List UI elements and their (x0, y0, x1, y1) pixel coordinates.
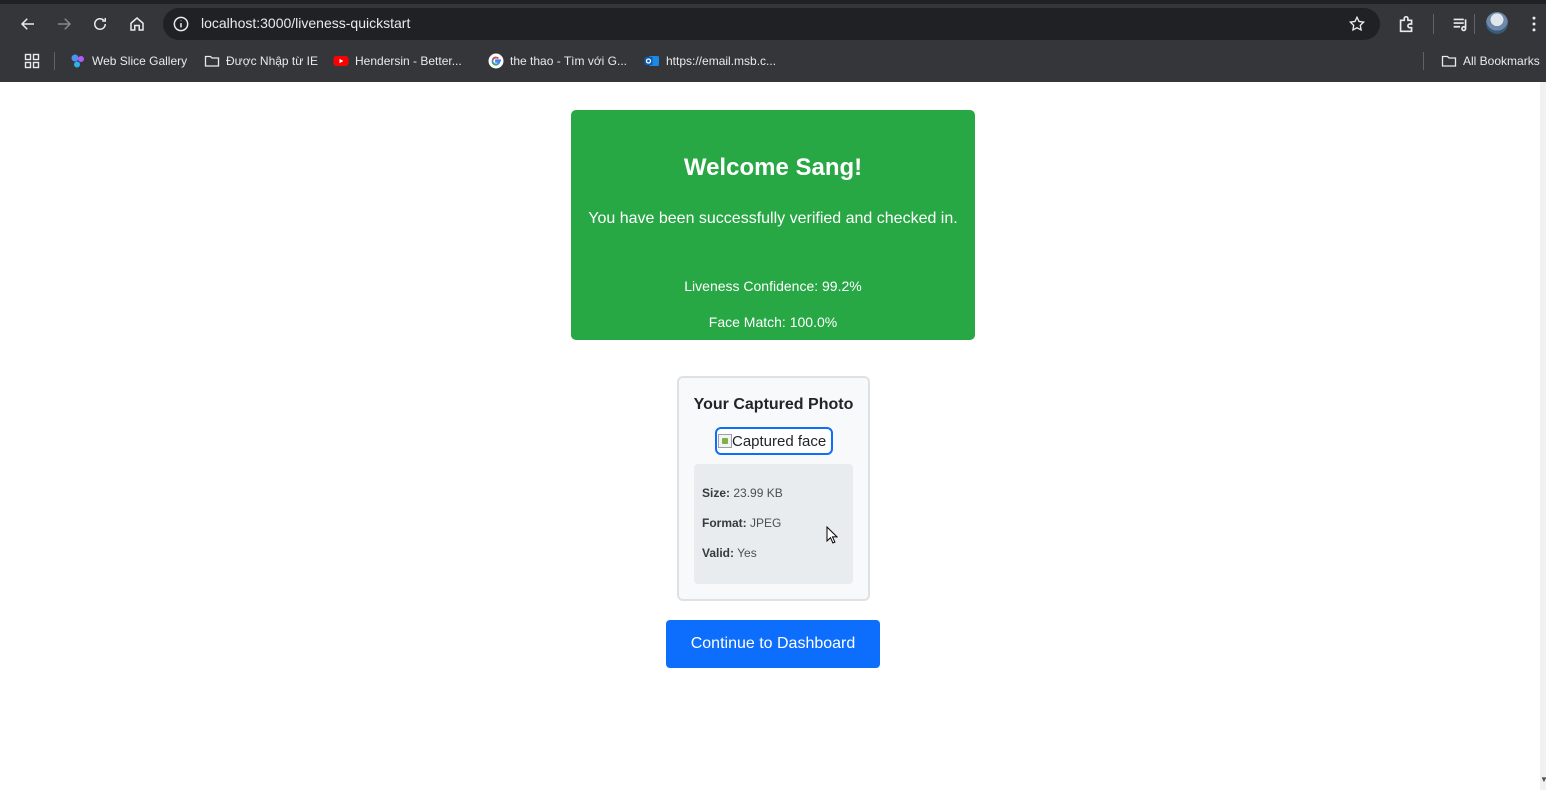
reload-button[interactable] (86, 10, 114, 38)
page-scrollbar[interactable] (1540, 82, 1546, 790)
bookmark-label: https://email.msb.c... (666, 54, 777, 68)
bookmark-label: Web Slice Gallery (92, 54, 188, 68)
all-bookmarks-button[interactable]: All Bookmarks (1441, 51, 1540, 71)
home-button[interactable] (123, 10, 151, 38)
captured-photo-card: Your Captured Photo Captured face Size: … (677, 376, 870, 601)
apps-grid-icon[interactable] (24, 53, 40, 69)
meta-valid-label: Valid: (702, 546, 735, 560)
back-button[interactable] (14, 10, 42, 38)
folder-icon (1441, 55, 1457, 67)
meta-valid-value: Yes (737, 546, 757, 560)
bookmark-label: the thao - Tìm với G... (510, 54, 628, 68)
reload-icon (94, 18, 106, 30)
meta-size-label: Size: (702, 486, 731, 500)
meta-size: Size: 23.99 KB (702, 486, 783, 500)
web-slice-icon (71, 54, 84, 68)
page-content: Welcome Sang! You have been successfully… (6, 82, 1540, 790)
tab-strip (0, 0, 1546, 4)
continue-to-dashboard-button[interactable]: Continue to Dashboard (666, 620, 880, 668)
meta-format-value: JPEG (750, 516, 782, 530)
google-icon (488, 53, 504, 69)
bookmark-label: Được Nhập từ IE (226, 54, 318, 68)
extensions-icon[interactable] (1396, 13, 1418, 35)
mouse-cursor-icon (826, 526, 838, 544)
captured-photo-title: Your Captured Photo (693, 396, 854, 413)
media-control-icon[interactable] (1450, 13, 1472, 35)
address-bar[interactable]: localhost:3000/liveness-quickstart (163, 8, 1380, 40)
profile-avatar[interactable] (1486, 12, 1508, 34)
meta-size-value: 23.99 KB (733, 486, 783, 500)
verification-message: You have been successfully verified and … (588, 210, 958, 227)
outlook-icon (644, 56, 659, 66)
scroll-down-arrow-icon[interactable]: ▼ (1540, 776, 1546, 784)
welcome-title: Welcome Sang! (683, 154, 863, 181)
meta-valid: Valid: Yes (702, 546, 757, 560)
face-match: Face Match: 100.0% (708, 314, 838, 330)
browser-chrome: localhost:3000/liveness-quickstart Web S… (0, 0, 1546, 82)
bookmarks-separator (1423, 52, 1424, 70)
bookmark-label: Hendersin - Better... (355, 54, 462, 68)
all-bookmarks-label: All Bookmarks (1463, 54, 1540, 68)
success-banner: Welcome Sang! You have been successfully… (571, 110, 975, 340)
bookmarks-separator (54, 52, 55, 70)
bookmark-email-msb[interactable]: https://email.msb.c... (644, 51, 776, 71)
bookmark-folder-ie[interactable]: Được Nhập từ IE (204, 51, 318, 71)
folder-icon (204, 55, 220, 67)
meta-format-label: Format: (702, 516, 747, 530)
photo-metadata: Size: 23.99 KB Format: JPEG Valid: Yes (694, 464, 853, 584)
more-menu-icon[interactable] (1524, 13, 1544, 35)
forward-button[interactable] (50, 10, 78, 38)
arrow-right-icon (58, 18, 72, 30)
image-alt-text: Captured face (732, 432, 827, 450)
toolbar-separator (1474, 14, 1475, 34)
liveness-confidence: Liveness Confidence: 99.2% (684, 278, 862, 294)
site-info-icon[interactable] (171, 14, 191, 34)
broken-image-icon (718, 434, 732, 448)
arrow-left-icon (20, 18, 34, 30)
star-icon[interactable] (1348, 15, 1366, 33)
bookmark-the-thao[interactable]: the thao - Tìm với G... (488, 51, 627, 71)
bookmark-hendersin[interactable]: Hendersin - Better... (333, 51, 462, 71)
toolbar-separator (1433, 14, 1434, 34)
bookmark-web-slice-gallery[interactable]: Web Slice Gallery (70, 51, 187, 71)
meta-format: Format: JPEG (702, 516, 781, 530)
captured-face-image: Captured face (715, 427, 833, 455)
home-icon (130, 17, 144, 31)
youtube-icon (333, 56, 349, 66)
url-text[interactable]: localhost:3000/liveness-quickstart (201, 15, 410, 31)
bookmarks-bar: Web Slice Gallery Được Nhập từ IE Hender… (0, 48, 1546, 74)
